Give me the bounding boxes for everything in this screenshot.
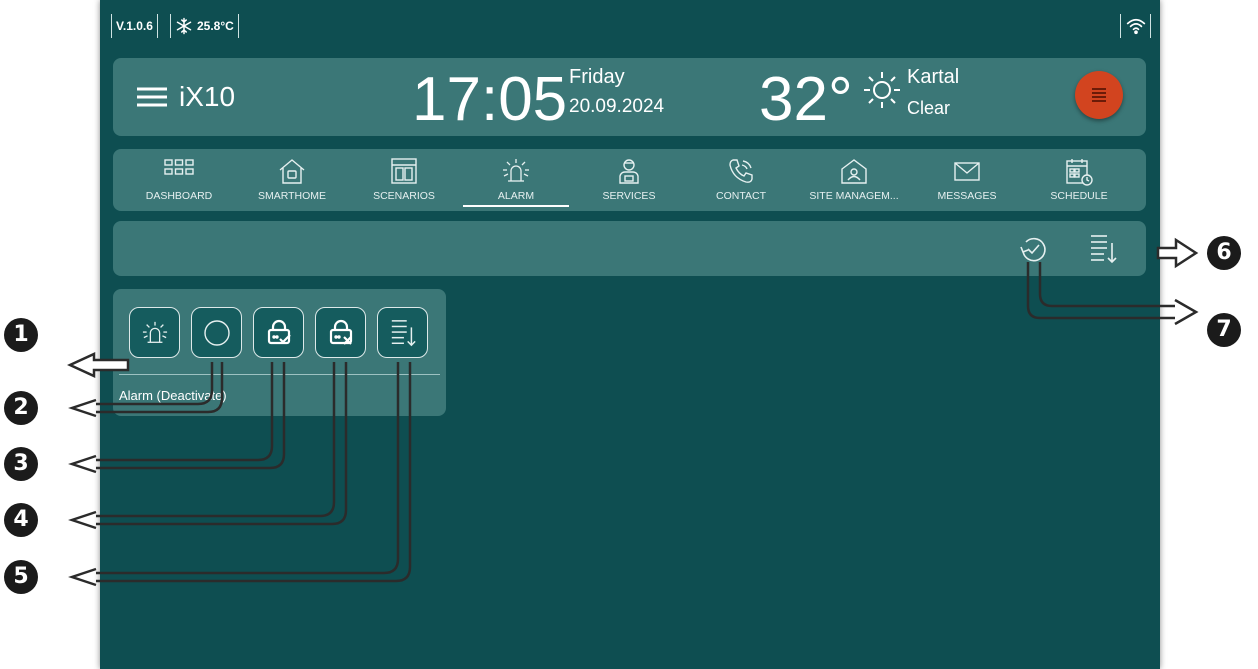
callout-2-arrow [68, 398, 97, 418]
callout-3-arrow [68, 454, 97, 474]
callout-7-arrow [1174, 298, 1199, 326]
callout-7-leader [1038, 262, 1175, 308]
callout-badge: 5 [4, 560, 38, 594]
callout-badge: 6 [1207, 236, 1241, 270]
callout-5-leader [96, 362, 412, 583]
callout-badge: 1 [4, 318, 38, 352]
callout-1-arrow [66, 352, 130, 378]
callout-badge: 2 [4, 391, 38, 425]
annotation-lines [66, 237, 1199, 587]
callout-4-leader [96, 362, 336, 518]
callout-6-arrow [1156, 237, 1199, 269]
callout-3-leader [96, 362, 286, 470]
callout-badge: 3 [4, 447, 38, 481]
callout-4-arrow [68, 510, 97, 530]
callout-badge: 4 [4, 503, 38, 537]
callout-5-arrow [68, 567, 97, 587]
callout-badge: 7 [1207, 313, 1241, 347]
callout-7-leader [1026, 262, 1175, 320]
